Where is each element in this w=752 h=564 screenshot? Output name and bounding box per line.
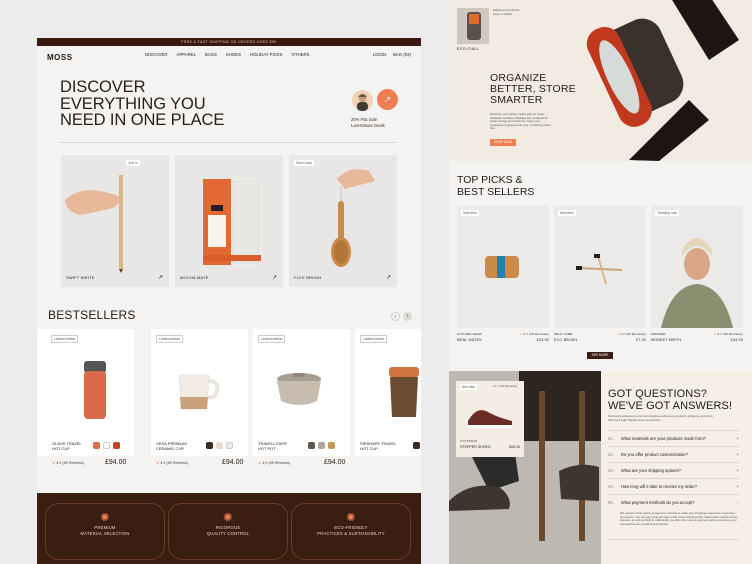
mug-image — [178, 374, 220, 410]
product-card-travellover[interactable]: Limited edition TRAVELLOVER HOT POT ★ 4.9… — [253, 329, 350, 466]
container-hands-image — [586, 0, 739, 161]
color-swatches[interactable] — [206, 442, 233, 449]
thumb-label: ECO-CHILL — [457, 47, 480, 51]
product-card-glass-travel[interactable]: Limited edition GLASS TRAVEL HOT CUP ★ 4.… — [37, 329, 134, 466]
faq-answer: We accept a wide variety of payment meth… — [620, 511, 738, 527]
see-more-button[interactable]: SEE MORE — [587, 352, 613, 359]
organize-body: Maximize your kitchen space with our sle… — [490, 112, 552, 131]
feature-premium-material: ✺ PREMIUM MATERIAL SELECTION — [45, 503, 165, 560]
arrow-icon: ↗ — [271, 275, 277, 281]
promo-text: 20% Flat Sale Last-Minute Deals — [351, 117, 385, 128]
faq-item-4[interactable]: 04. How long will it take to receive my o… — [608, 478, 739, 494]
cup-image — [84, 361, 106, 419]
faq-item-3[interactable]: 03. What are your shipping options? + — [608, 462, 739, 478]
arrow-icon: ↗ — [157, 275, 163, 281]
homepage-panel: FREE & FAST SHIPPING ON ORDERS OVER $99 … — [37, 38, 421, 564]
logo[interactable]: MOSS — [47, 53, 73, 62]
nav-holiday-picks[interactable]: HOLIDAY PICKS — [250, 52, 283, 57]
price: £94.00 — [324, 459, 346, 466]
cup-image — [389, 367, 419, 417]
pick-card-eco-brush[interactable]: New item — [554, 206, 646, 328]
hero-card-swift-write[interactable]: Just in SWIFT WRITE ↗ — [61, 155, 169, 287]
top-picks-section: TOP PICKS & BEST SELLERS Sale item New it… — [449, 161, 752, 371]
prev-button[interactable]: ‹ — [391, 312, 400, 321]
organize-section: ECO-CHILL Effortless lunchtime: Keep it … — [449, 0, 752, 161]
price: £94.00 — [222, 459, 244, 466]
faq-intro: Find quick solutions to common questions… — [608, 414, 714, 422]
faq-item-5[interactable]: 05. What payment methods do you accept? − — [608, 494, 739, 510]
shipping-banner: FREE & FAST SHIPPING ON ORDERS OVER $99 — [37, 38, 421, 46]
organize-title: ORGANIZE BETTER, STORE SMARTER — [490, 72, 576, 106]
arrow-icon: ↗ — [385, 275, 391, 281]
nav-others[interactable]: OTHERS — [292, 52, 310, 57]
feature-eco-friendly: ✺ ECO-FRIENDLY PRACTICES & SUSTAINABILITY — [291, 503, 411, 560]
sunburst-icon: ✺ — [100, 512, 110, 524]
sunburst-icon: ✺ — [346, 512, 356, 524]
eco-chill-thumb[interactable] — [457, 8, 489, 44]
color-swatches[interactable] — [308, 442, 335, 449]
promo-avatar — [352, 90, 373, 111]
price: £94.00 — [105, 459, 127, 466]
faq-title: GOT QUESTIONS? WE'VE GOT ANSWERS! — [608, 388, 733, 412]
nav-shoes[interactable]: SHOES — [226, 52, 241, 57]
product-card-vera-cup[interactable]: Limited edition VERA PREMIUM CERAMIC CUP … — [151, 329, 248, 466]
faq-section: New item ● 4.7 (40 Reviews) FOOTWEAR STE… — [449, 371, 752, 564]
product-card-sipshape[interactable]: Limited edition SIPSHAPE TRAVEL HOT CUP — [355, 329, 421, 456]
color-swatches[interactable] — [413, 442, 420, 449]
bag-count: (03) — [403, 52, 411, 57]
pick-card-meal-mates[interactable]: Sale item — [457, 206, 549, 328]
shoe-image — [468, 410, 512, 428]
pick-card-monkey-mirth[interactable]: Trending now — [651, 206, 743, 328]
features-band: ✺ PREMIUM MATERIAL SELECTION ✺ RIGOROUS QU… — [37, 493, 421, 564]
pencil-image — [65, 175, 123, 273]
plus-icon: + — [736, 468, 739, 473]
feature-quality-control: ✺ RIGOROUS QUALITY CONTROL — [168, 503, 288, 560]
hero-title: DISCOVER EVERYTHING YOU NEED IN ONE PLAC… — [60, 78, 225, 130]
divider — [608, 539, 739, 540]
coffee-machine-image — [203, 179, 261, 265]
nav-discover[interactable]: DISCOVER — [145, 52, 167, 57]
shop-now-button[interactable]: SHOP NOW — [490, 139, 516, 146]
pot-image — [277, 373, 321, 405]
promo-arrow-button[interactable]: ↗ — [377, 89, 398, 110]
faq-item-1[interactable]: 01. What materials are your products made… — [608, 430, 739, 446]
top-picks-title: TOP PICKS & BEST SELLERS — [457, 174, 535, 198]
plus-icon: + — [736, 436, 739, 441]
plus-icon: + — [736, 484, 739, 489]
hero-card-mocha-mate[interactable]: MOCHA MATE ↗ — [175, 155, 283, 287]
bag-link[interactable]: BAG (03) — [393, 52, 411, 57]
plus-icon: + — [736, 452, 739, 457]
color-swatches[interactable] — [93, 442, 120, 449]
minus-icon: − — [736, 500, 739, 505]
nav-apparel[interactable]: APPAREL — [176, 52, 196, 57]
nav-bags[interactable]: BAGS — [205, 52, 217, 57]
model-image — [651, 206, 743, 328]
login-link[interactable]: LOGIN — [373, 52, 386, 57]
next-button[interactable]: › — [403, 312, 412, 321]
shoe-card[interactable]: New item ● 4.7 (40 Reviews) FOOTWEAR STE… — [456, 381, 524, 457]
hero-card-flex-brush[interactable]: Must have FLEX BRUSH ↗ — [289, 155, 397, 287]
main-nav: MOSS — [37, 46, 421, 68]
toothbrush-image — [576, 254, 623, 285]
lunchbox-image — [485, 256, 519, 278]
bestsellers-heading: BESTSELLERS — [48, 308, 136, 322]
divider — [60, 142, 396, 143]
brush-image — [331, 169, 375, 267]
faq-item-2[interactable]: 02. Do you offer product customization? + — [608, 446, 739, 462]
sunburst-icon: ✺ — [223, 512, 233, 524]
